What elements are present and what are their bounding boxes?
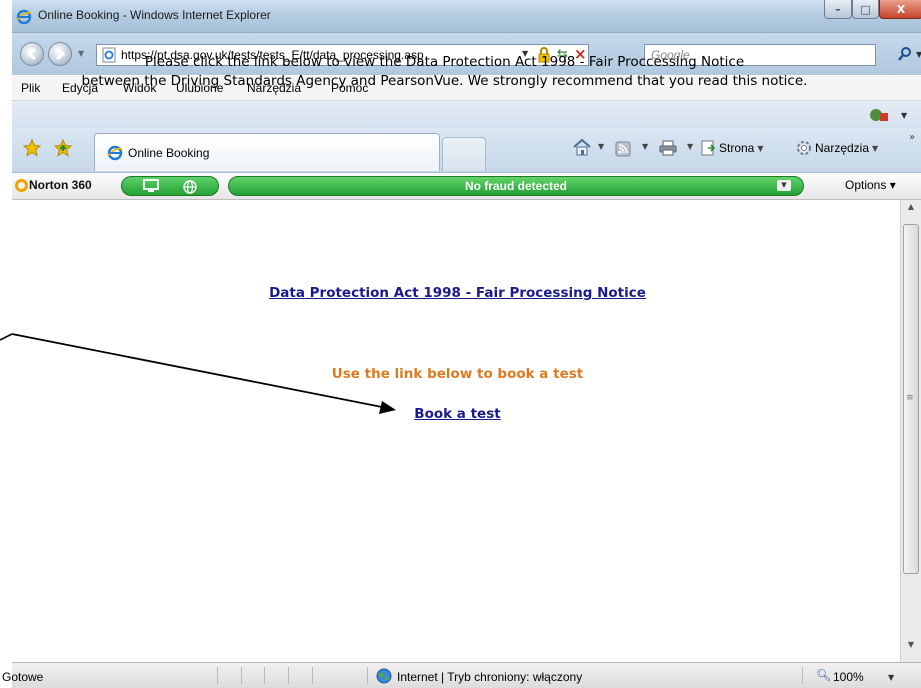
print-icon[interactable] <box>659 140 677 156</box>
add-favorites-icon[interactable] <box>54 139 72 157</box>
globe-icon[interactable] <box>182 179 198 195</box>
computer-icon[interactable] <box>142 179 160 193</box>
scroll-up-icon[interactable]: ▲ <box>901 202 921 220</box>
status-separator <box>288 667 289 684</box>
close-button[interactable]: X <box>879 0 921 19</box>
ie-logo-icon <box>107 145 123 161</box>
norton-quick-buttons <box>121 176 219 196</box>
home-icon[interactable] <box>572 138 592 156</box>
home-dropdown-icon[interactable]: ▼ <box>598 142 604 151</box>
minimize-button[interactable]: – <box>824 0 852 19</box>
status-bar: Gotowe Internet | Tryb chroniony: włączo… <box>2 662 921 688</box>
book-test-heading: Use the link below to book a test <box>331 366 584 382</box>
intro-line-1: Please click the link below to view the … <box>144 54 745 70</box>
intro-paragraph: Please click the link below to view the … <box>0 53 889 91</box>
feeds-icon[interactable] <box>615 141 631 157</box>
tools-menu-dropdown-icon: ▼ <box>872 143 879 153</box>
tab-online-booking[interactable]: Online Booking <box>94 133 440 171</box>
title-bar: Online Booking - Windows Internet Explor… <box>12 0 921 33</box>
addon-icon[interactable] <box>869 107 889 123</box>
vertical-scrollbar[interactable]: ▲ ≡ ▼ <box>900 200 921 662</box>
tools-menu-label: Narzędzia <box>815 141 870 155</box>
zoom-level[interactable]: 100% <box>833 670 864 684</box>
tab-label: Online Booking <box>128 146 210 160</box>
addon-dropdown-icon[interactable]: ▼ <box>901 111 907 120</box>
links-strip: ▼ <box>12 101 921 128</box>
scroll-thumb[interactable]: ≡ <box>903 224 919 574</box>
zoom-dropdown-icon[interactable]: ▼ <box>888 673 894 682</box>
norton-dropdown-icon[interactable]: ▼ <box>777 180 791 191</box>
norton-logo-icon <box>15 179 28 192</box>
print-dropdown-icon[interactable]: ▼ <box>687 142 693 151</box>
page-menu-icon <box>701 140 716 156</box>
norton-status-text: No fraud detected <box>464 179 567 193</box>
feeds-dropdown-icon[interactable]: ▼ <box>642 142 648 151</box>
status-separator <box>264 667 265 684</box>
intro-line-2: between the Driving Standards Agency and… <box>81 73 808 89</box>
status-separator <box>312 667 313 684</box>
norton-status-bar[interactable]: No fraud detected ▼ <box>228 176 804 196</box>
gear-icon <box>797 141 811 155</box>
zoom-icon[interactable]: 🔍︎ <box>816 668 831 682</box>
window-title: Online Booking - Windows Internet Explor… <box>38 8 271 22</box>
status-text: Gotowe <box>2 670 44 684</box>
maximize-button[interactable]: □ <box>852 0 879 19</box>
new-tab-button[interactable] <box>442 137 486 171</box>
toolbar-overflow-icon[interactable]: » <box>909 132 915 143</box>
page-content <box>12 200 899 662</box>
scroll-down-icon[interactable]: ▼ <box>901 640 921 658</box>
status-separator <box>802 667 803 684</box>
ie-logo-icon <box>16 9 32 25</box>
status-separator <box>241 667 242 684</box>
internet-zone-globe-icon[interactable] <box>376 668 392 684</box>
status-separator <box>367 667 368 684</box>
norton-label[interactable]: Norton 360 <box>29 178 92 192</box>
norton-options-menu[interactable]: Options ▾ <box>845 178 896 192</box>
scroll-grip-icon: ≡ <box>906 393 914 403</box>
favorites-star-icon[interactable] <box>23 139 41 157</box>
page-menu-button[interactable]: Strona ▼ <box>700 138 764 158</box>
page-menu-label: Strona <box>719 141 755 155</box>
fair-processing-notice-link[interactable]: Data Protection Act 1998 - Fair Processi… <box>0 285 915 301</box>
security-zone-text[interactable]: Internet | Tryb chroniony: włączony <box>397 670 582 684</box>
book-a-test-link[interactable]: Book a test <box>0 406 915 422</box>
tools-menu-button[interactable]: Narzędzia ▼ <box>796 138 878 158</box>
page-menu-dropdown-icon: ▼ <box>757 143 764 153</box>
status-separator <box>217 667 218 684</box>
search-dropdown-icon[interactable]: ▼ <box>916 50 921 59</box>
norton-toolbar: Norton 360 No fraud detected ▼ Options ▾ <box>12 173 921 200</box>
search-icon[interactable] <box>897 46 913 62</box>
tab-bar: Online Booking ▼ ▼ ▼ Strona ▼ Narzędzia … <box>12 128 921 173</box>
